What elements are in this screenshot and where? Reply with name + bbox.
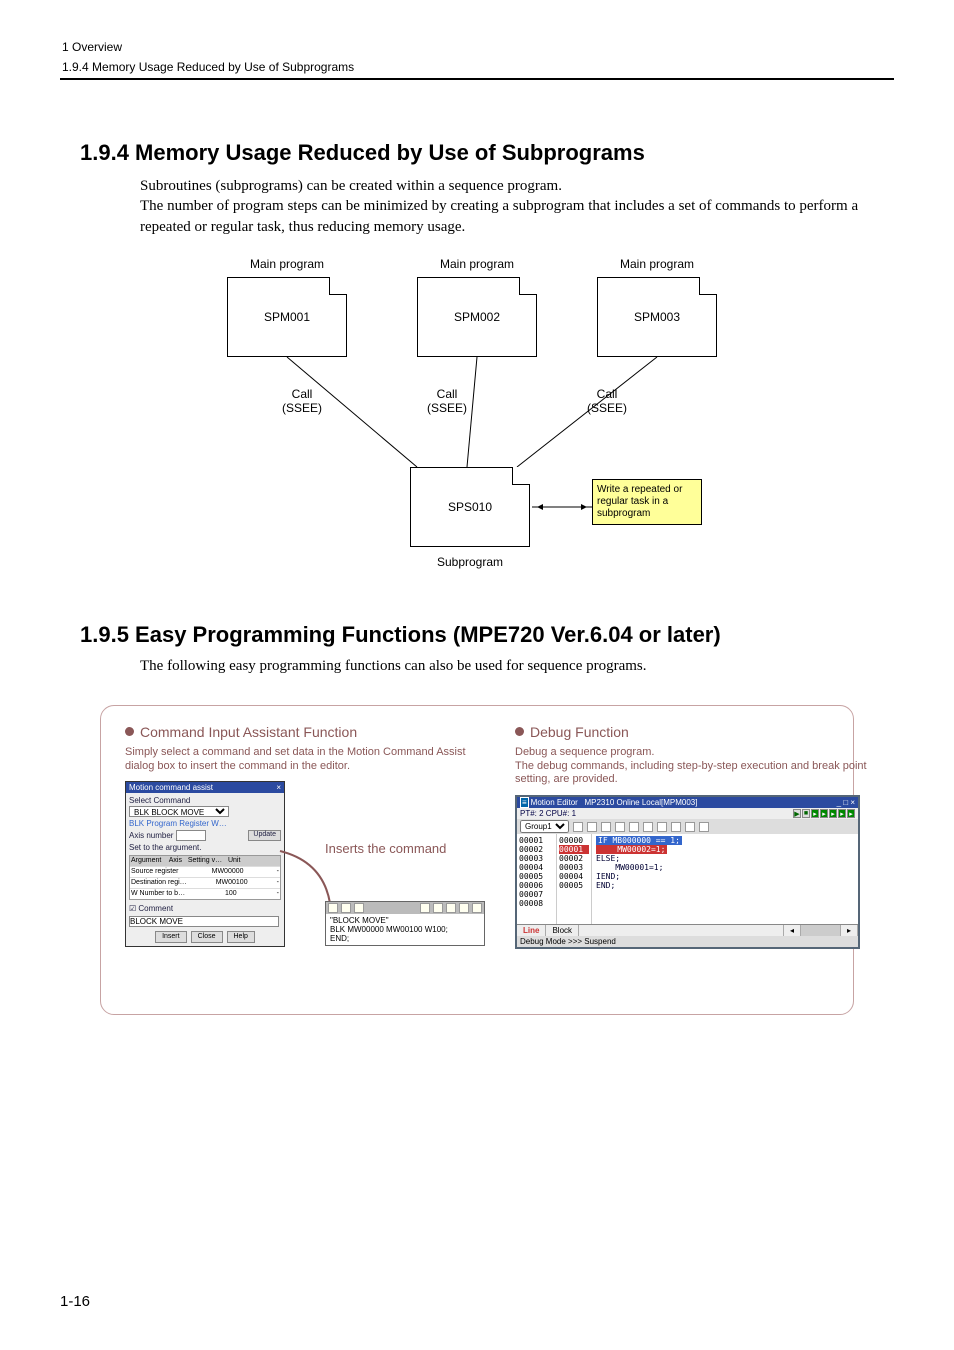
subprogram-label: Subprogram	[410, 555, 530, 569]
toolbar-icon	[459, 903, 469, 913]
toolbar-icon	[699, 822, 709, 832]
scroll-right-icon: ▸	[841, 925, 858, 936]
assist-table: Argument Axis Setting v… Unit Source reg…	[129, 855, 281, 900]
status-bar: Debug Mode >>> Suspend	[517, 936, 858, 947]
para-194-1: Subroutines (subprograms) can be created…	[140, 176, 874, 196]
subprogram-diagram: Main program Main program Main program S…	[167, 257, 787, 587]
close-button: Close	[191, 931, 223, 943]
line-numbers: 00001 00002 00003 00004 00005 00006 0000…	[517, 834, 557, 924]
body-194: Subroutines (subprograms) can be created…	[140, 176, 874, 237]
toolbar-icon	[615, 822, 625, 832]
debug-controls: ▶ ■ ▸ ▸ ▸ ▸ ▸	[793, 809, 855, 818]
play-icon: ▶	[793, 809, 801, 818]
tab-line: Line	[517, 925, 546, 936]
main-label-3: Main program	[597, 257, 717, 271]
heading-195: 1.9.5 Easy Programming Functions (MPE720…	[80, 622, 894, 648]
doc-spm003: SPM003	[597, 277, 717, 357]
select-command: BLK BLOCK MOVE	[129, 806, 229, 817]
step-icon: ▸	[829, 809, 837, 818]
app-icon: ≡	[520, 797, 529, 808]
debug-title: Debug Function	[515, 724, 885, 740]
toolbar-icon	[629, 822, 639, 832]
step-icon: ▸	[820, 809, 828, 818]
body-195: The following easy programming functions…	[140, 658, 894, 675]
para-194-2: The number of program steps can be minim…	[140, 196, 874, 237]
toolbar-icon	[354, 903, 364, 913]
motion-editor-window: ≡Motion Editor MP2310 Online Local[MPM00…	[515, 795, 860, 949]
page-number: 1-16	[60, 1293, 90, 1310]
toolbar-icon	[328, 903, 338, 913]
bullet-icon	[515, 727, 524, 736]
bullet-icon	[125, 727, 134, 736]
stop-icon: ■	[802, 809, 810, 818]
step-icon: ▸	[838, 809, 846, 818]
insert-button: Insert	[155, 931, 187, 943]
group-select: Group1	[520, 820, 569, 833]
window-controls: _ □ ×	[837, 798, 855, 807]
toolbar-icon	[587, 822, 597, 832]
call-label-2: Call (SSEE)	[427, 387, 467, 415]
code-text: IF MB000000 == 1; MW00002=1; ELSE; MW000…	[592, 834, 858, 924]
step-icon: ▸	[847, 809, 855, 818]
scroll-left-icon: ◂	[784, 925, 801, 936]
main-label-1: Main program	[227, 257, 347, 271]
toolbar-icon	[446, 903, 456, 913]
section-label: 1.9.4 Memory Usage Reduced by Use of Sub…	[60, 58, 894, 80]
cia-mock: Motion command assist × Select Command B…	[125, 781, 495, 946]
tab-block: Block	[546, 925, 579, 936]
update-button: Update	[248, 830, 281, 840]
step-icon: ▸	[811, 809, 819, 818]
toolbar-icon	[671, 822, 681, 832]
debug-function-col: Debug Function Debug a sequence program.…	[515, 724, 885, 949]
subprogram-note: Write a repeated or regular task in a su…	[592, 479, 702, 525]
toolbar-icon	[573, 822, 583, 832]
motion-editor-titlebar: ≡Motion Editor MP2310 Online Local[MPM00…	[517, 797, 858, 808]
doc-sps010: SPS010	[410, 467, 530, 547]
toolbar-icon	[657, 822, 667, 832]
toolbar-icon	[472, 903, 482, 913]
toolbar-icon	[601, 822, 611, 832]
editor-snippet: "BLOCK MOVE" BLK MW00000 MW00100 W100; E…	[325, 901, 485, 946]
doc-spm001: SPM001	[227, 277, 347, 357]
code-area: 00001 00002 00003 00004 00005 00006 0000…	[517, 834, 858, 924]
cia-desc: Simply select a command and set data in …	[125, 746, 495, 774]
toolbar-icon	[420, 903, 430, 913]
debug-desc: Debug a sequence program. The debug comm…	[515, 746, 885, 787]
cia-title: Command Input Assistant Function	[125, 724, 495, 740]
editor-tabs: Line Block ◂ ▸	[517, 924, 858, 936]
chapter-label: 1 Overview	[60, 40, 894, 58]
main-label-2: Main program	[417, 257, 537, 271]
toolbar-icon	[643, 822, 653, 832]
heading-194: 1.9.4 Memory Usage Reduced by Use of Sub…	[80, 140, 894, 166]
close-icon: ×	[276, 783, 281, 792]
call-label-3: Call (SSEE)	[587, 387, 627, 415]
help-button: Help	[227, 931, 255, 943]
doc-spm002: SPM002	[417, 277, 537, 357]
assist-titlebar: Motion command assist ×	[126, 782, 284, 793]
command-input-assist-col: Command Input Assistant Function Simply …	[125, 724, 495, 947]
bp-column: 00000 00001 00002 00003 00004 00005	[557, 834, 592, 924]
toolbar-icon	[433, 903, 443, 913]
toolbar-icon	[341, 903, 351, 913]
toolbar-icon	[685, 822, 695, 832]
page-header: 1 Overview 1.9.4 Memory Usage Reduced by…	[60, 40, 894, 80]
functions-panel: Command Input Assistant Function Simply …	[100, 705, 854, 1015]
call-label-1: Call (SSEE)	[282, 387, 322, 415]
assist-dialog: Motion command assist × Select Command B…	[125, 781, 285, 946]
